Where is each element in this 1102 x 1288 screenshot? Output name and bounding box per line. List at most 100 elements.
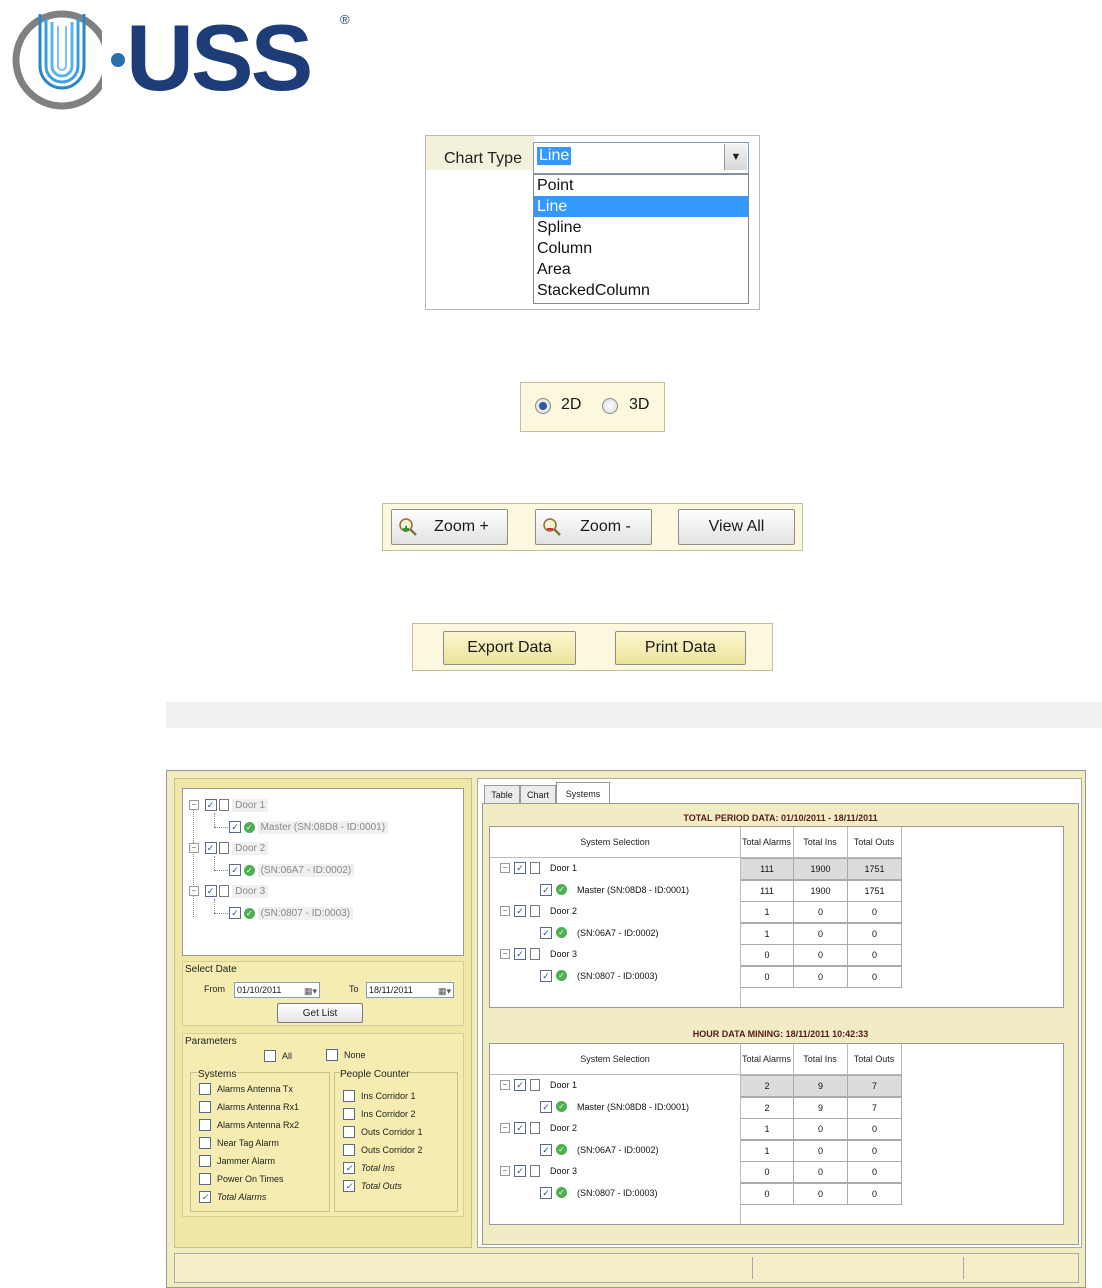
radio-2d-label[interactable]: 2D	[561, 396, 581, 414]
door-2-checkbox[interactable]	[204, 842, 217, 854]
collapse-icon[interactable]: −	[189, 886, 199, 896]
param-total-ins[interactable]: Total Ins	[343, 1162, 395, 1174]
select-none-checkbox[interactable]: None	[326, 1049, 366, 1061]
radio-2d[interactable]	[535, 398, 551, 414]
row-checkbox[interactable]	[540, 883, 552, 896]
param-total-alarms[interactable]: Total Alarms	[199, 1191, 266, 1203]
row-checkbox[interactable]	[514, 1165, 526, 1177]
param-alarms-antenna-rx2[interactable]: Alarms Antenna Rx2	[199, 1119, 299, 1131]
tree-item-door-2[interactable]: − Door 2	[189, 840, 269, 856]
grid-tree-row[interactable]: ✓ (SN:0807 - ID:0003)	[540, 969, 658, 982]
export-data-button[interactable]: Export Data	[443, 631, 576, 665]
radio-3d-label[interactable]: 3D	[629, 396, 649, 414]
cell-alarms: 111	[740, 858, 794, 880]
collapse-icon[interactable]: −	[500, 1166, 510, 1176]
tree-item-door-3[interactable]: − Door 3	[189, 883, 269, 899]
param-power-on-times[interactable]: Power On Times	[199, 1173, 284, 1185]
row-checkbox[interactable]	[540, 969, 552, 982]
param-total-outs[interactable]: Total Outs	[343, 1180, 402, 1192]
param-near-tag-alarm[interactable]: Near Tag Alarm	[199, 1137, 279, 1149]
row-checkbox[interactable]	[540, 1100, 552, 1113]
grid-tree-row[interactable]: ✓ (SN:06A7 - ID:0002)	[540, 1143, 659, 1156]
row-checkbox[interactable]	[514, 948, 526, 960]
view-all-button[interactable]: View All	[678, 509, 795, 545]
collapse-icon[interactable]: −	[500, 1080, 510, 1090]
grid-tree-row[interactable]: − Door 1	[500, 862, 577, 874]
grid-tree-row[interactable]: − Door 1	[500, 1079, 577, 1091]
tree-item-sn-0807[interactable]: ✓ (SN:0807 - ID:0003)	[229, 905, 354, 921]
collapse-icon[interactable]: −	[189, 800, 199, 810]
column-header-ins[interactable]: Total Ins	[793, 827, 848, 858]
grid-tree-row[interactable]: ✓ (SN:0807 - ID:0003)	[540, 1186, 658, 1199]
param-ins-corridor-1[interactable]: Ins Corridor 1	[343, 1090, 416, 1102]
uss-logo-mark-icon	[12, 10, 125, 110]
door-1-checkbox[interactable]	[204, 799, 217, 811]
grid-tree-row[interactable]: ✓ (SN:06A7 - ID:0002)	[540, 926, 659, 939]
tree-item-sn-06a7[interactable]: ✓ (SN:06A7 - ID:0002)	[229, 862, 355, 878]
tab-chart[interactable]: Chart	[520, 785, 556, 804]
column-header-system[interactable]: System Selection	[490, 1044, 741, 1075]
door-3-checkbox[interactable]	[204, 885, 217, 897]
chart-type-option-area[interactable]: Area	[534, 259, 748, 280]
column-header-ins[interactable]: Total Ins	[793, 1044, 848, 1075]
param-outs-corridor-1[interactable]: Outs Corridor 1	[343, 1126, 423, 1138]
column-header-system[interactable]: System Selection	[490, 827, 741, 858]
chart-type-option-point[interactable]: Point	[534, 175, 748, 196]
chart-type-option-line[interactable]: Line	[534, 196, 748, 217]
chart-type-option-stackedcolumn[interactable]: StackedColumn	[534, 280, 748, 301]
grid-tree-row[interactable]: − Door 2	[500, 1122, 577, 1134]
row-checkbox[interactable]	[540, 926, 552, 939]
chart-type-combobox[interactable]: Line ▼	[533, 142, 749, 174]
tab-systems[interactable]: Systems	[556, 782, 610, 805]
collapse-icon[interactable]: −	[500, 863, 510, 873]
param-alarms-antenna-rx1[interactable]: Alarms Antenna Rx1	[199, 1101, 299, 1113]
radio-3d[interactable]	[602, 398, 618, 414]
cell-ins: 0	[793, 1118, 848, 1140]
tree-item-door-1[interactable]: − Door 1	[189, 797, 269, 813]
column-header-alarms[interactable]: Total Alarms	[740, 1044, 794, 1075]
calendar-icon[interactable]: ▦▾	[438, 984, 451, 998]
grid-tree-row[interactable]: − Door 2	[500, 905, 577, 917]
grid-tree-row[interactable]: − Door 3	[500, 948, 577, 960]
column-header-alarms[interactable]: Total Alarms	[740, 827, 794, 858]
collapse-icon[interactable]: −	[500, 906, 510, 916]
row-checkbox[interactable]	[514, 862, 526, 874]
row-checkbox[interactable]	[514, 905, 526, 917]
row-checkbox[interactable]	[540, 1143, 552, 1156]
calendar-icon[interactable]: ▦▾	[304, 984, 317, 998]
zoom-out-button[interactable]: Zoom -	[535, 509, 652, 545]
master-checkbox[interactable]	[229, 821, 241, 833]
row-checkbox[interactable]	[540, 1186, 552, 1199]
dropdown-arrow-icon[interactable]: ▼	[724, 144, 747, 170]
cell-outs: 0	[847, 1182, 902, 1205]
zoom-in-button[interactable]: Zoom +	[391, 509, 508, 545]
grid-tree-row[interactable]: ✓ Master (SN:08D8 - ID:0001)	[540, 883, 689, 896]
hour-data-grid: System Selection Total Alarms Total Ins Tot…	[489, 1043, 1064, 1225]
tree-item-master[interactable]: ✓ Master (SN:08D8 - ID:0001)	[229, 819, 389, 835]
column-header-outs[interactable]: Total Outs	[847, 827, 902, 858]
row-checkbox[interactable]	[514, 1079, 526, 1091]
sn-0807-checkbox[interactable]	[229, 907, 241, 919]
from-date-input[interactable]: 01/10/2011 ▦▾	[234, 982, 320, 998]
sn-06a7-checkbox[interactable]	[229, 864, 241, 876]
collapse-icon[interactable]: −	[500, 949, 510, 959]
collapse-icon[interactable]: −	[189, 843, 199, 853]
row-checkbox[interactable]	[514, 1122, 526, 1134]
get-list-button[interactable]: Get List	[277, 1003, 363, 1023]
param-jammer-alarm[interactable]: Jammer Alarm	[199, 1155, 275, 1167]
row-label: (SN:0807 - ID:0003)	[577, 1187, 658, 1198]
param-ins-corridor-2[interactable]: Ins Corridor 2	[343, 1108, 416, 1120]
export-data-label: Export Data	[467, 639, 552, 656]
chart-type-option-spline[interactable]: Spline	[534, 217, 748, 238]
param-alarms-antenna-tx[interactable]: Alarms Antenna Tx	[199, 1083, 293, 1095]
tab-table[interactable]: Table	[484, 785, 520, 804]
print-data-button[interactable]: Print Data	[615, 631, 746, 665]
to-date-input[interactable]: 18/11/2011 ▦▾	[366, 982, 454, 998]
param-outs-corridor-2[interactable]: Outs Corridor 2	[343, 1144, 423, 1156]
grid-tree-row[interactable]: ✓ Master (SN:08D8 - ID:0001)	[540, 1100, 689, 1113]
collapse-icon[interactable]: −	[500, 1123, 510, 1133]
grid-tree-row[interactable]: − Door 3	[500, 1165, 577, 1177]
chart-type-option-column[interactable]: Column	[534, 238, 748, 259]
select-all-checkbox[interactable]: All	[264, 1050, 292, 1062]
column-header-outs[interactable]: Total Outs	[847, 1044, 902, 1075]
